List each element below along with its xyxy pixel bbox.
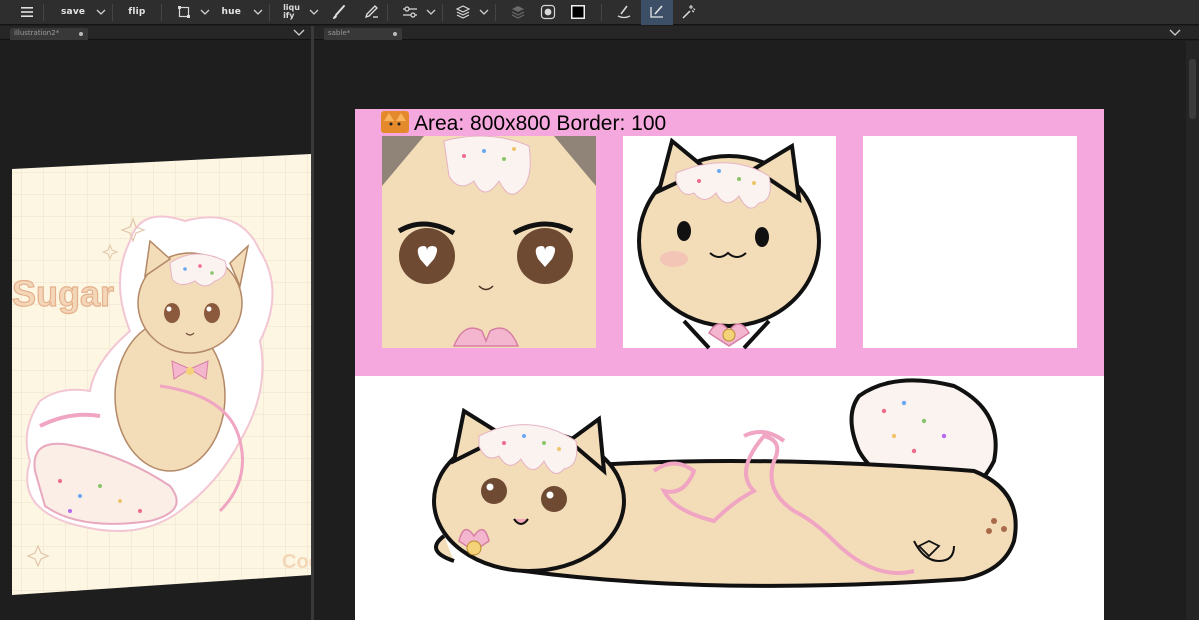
magic-wand-button[interactable] — [675, 0, 701, 25]
toolbar-separator — [160, 3, 162, 21]
pen-button[interactable] — [358, 0, 384, 25]
unsaved-dot-icon[interactable] — [393, 32, 397, 36]
transform-button[interactable] — [171, 0, 197, 25]
emote-frame-3 — [863, 136, 1077, 348]
right-canvas-area[interactable]: Area: 800x800 Border: 100 — [314, 41, 1199, 620]
unsaved-dot-icon[interactable] — [79, 32, 83, 36]
chevron-down-icon — [426, 9, 436, 15]
emote-template: Area: 800x800 Border: 100 — [355, 109, 1104, 620]
adjust-dropdown-button[interactable] — [423, 0, 439, 25]
toolbar-separator — [494, 3, 496, 21]
chevron-down-icon — [479, 9, 489, 15]
right-canvas: Area: 800x800 Border: 100 — [355, 109, 1104, 620]
right-tab-bar: sable* — [314, 26, 1199, 40]
save-button[interactable]: save — [47, 0, 93, 25]
chevron-down-icon — [253, 9, 263, 15]
sugar-sticker-artwork: Sugar Coo — [12, 154, 311, 595]
chevron-down-icon[interactable] — [293, 27, 305, 37]
transform-dropdown-button[interactable] — [197, 0, 213, 25]
chevron-down-icon[interactable] — [1169, 27, 1181, 37]
brush-button[interactable] — [326, 0, 352, 25]
foreground-color-icon — [570, 5, 585, 19]
circle-icon — [540, 4, 556, 20]
pen-icon — [364, 5, 378, 19]
toolbar: save flip hue liqu ify — [0, 0, 1199, 25]
liquify-label: liqu ify — [283, 4, 300, 20]
hue-button[interactable]: hue — [213, 0, 251, 25]
tab-label: illustration2* — [14, 29, 60, 37]
menu-button[interactable] — [14, 0, 40, 25]
toolbar-separator — [386, 3, 388, 21]
blend-icon — [617, 5, 631, 19]
tab-sable[interactable]: sable* — [324, 28, 402, 40]
layers-button[interactable] — [450, 0, 476, 25]
liquify-button[interactable]: liqu ify — [273, 0, 306, 25]
tab-illustration2[interactable]: illustration2* — [10, 28, 88, 40]
left-document-pane: illustration2* Sugar Co — [0, 26, 311, 620]
layers-dropdown-button[interactable] — [476, 0, 492, 25]
fox-badge-icon — [381, 111, 409, 133]
adjust-button[interactable] — [397, 0, 423, 25]
chevron-down-icon — [96, 9, 106, 15]
save-dropdown-button[interactable] — [93, 0, 109, 25]
chevron-down-icon — [200, 9, 209, 15]
artwork-title-text: Sugar — [12, 273, 114, 314]
adjust-icon — [402, 6, 417, 18]
foreground-color-button[interactable] — [565, 0, 591, 25]
layer-mask-button[interactable] — [505, 0, 531, 25]
left-canvas: Sugar Coo — [12, 154, 311, 595]
emote-frame-2 — [623, 136, 836, 350]
brush-icon — [332, 5, 345, 19]
select-brush-button[interactable] — [640, 0, 673, 25]
chevron-down-icon — [309, 9, 319, 15]
circle-button[interactable] — [535, 0, 561, 25]
scrollbar-thumb[interactable] — [1189, 59, 1196, 119]
toolbar-separator — [441, 3, 443, 21]
transform-icon — [177, 6, 190, 18]
liquify-dropdown-button[interactable] — [306, 0, 322, 25]
liquify-label-bottom: ify — [283, 11, 295, 20]
emote-frame-1 — [382, 135, 596, 348]
hue-dropdown-button[interactable] — [250, 0, 266, 25]
left-tab-bar: illustration2* — [0, 26, 311, 40]
layer-mask-icon — [511, 6, 525, 19]
left-canvas-area[interactable]: Sugar Coo — [0, 41, 311, 620]
toolbar-separator — [600, 3, 602, 21]
toolbar-separator — [112, 3, 114, 21]
blend-button[interactable] — [611, 0, 637, 25]
toolbar-separator — [43, 3, 44, 21]
artwork-corner-text: Coo — [282, 551, 311, 573]
tab-label: sable* — [328, 29, 351, 37]
flip-button[interactable]: flip — [116, 0, 157, 25]
select-brush-icon — [650, 5, 663, 18]
layers-icon — [455, 5, 471, 19]
toolbar-separator — [269, 3, 271, 21]
magic-wand-icon — [682, 5, 696, 19]
menu-icon — [21, 7, 33, 17]
vertical-scrollbar[interactable] — [1186, 41, 1199, 620]
template-header-text: Area: 800x800 Border: 100 — [414, 112, 666, 135]
right-document-pane: sable* Area: 800x800 Border: 100 — [314, 26, 1199, 620]
app-window: save flip hue liqu ify illustration2* Su… — [0, 0, 1199, 620]
